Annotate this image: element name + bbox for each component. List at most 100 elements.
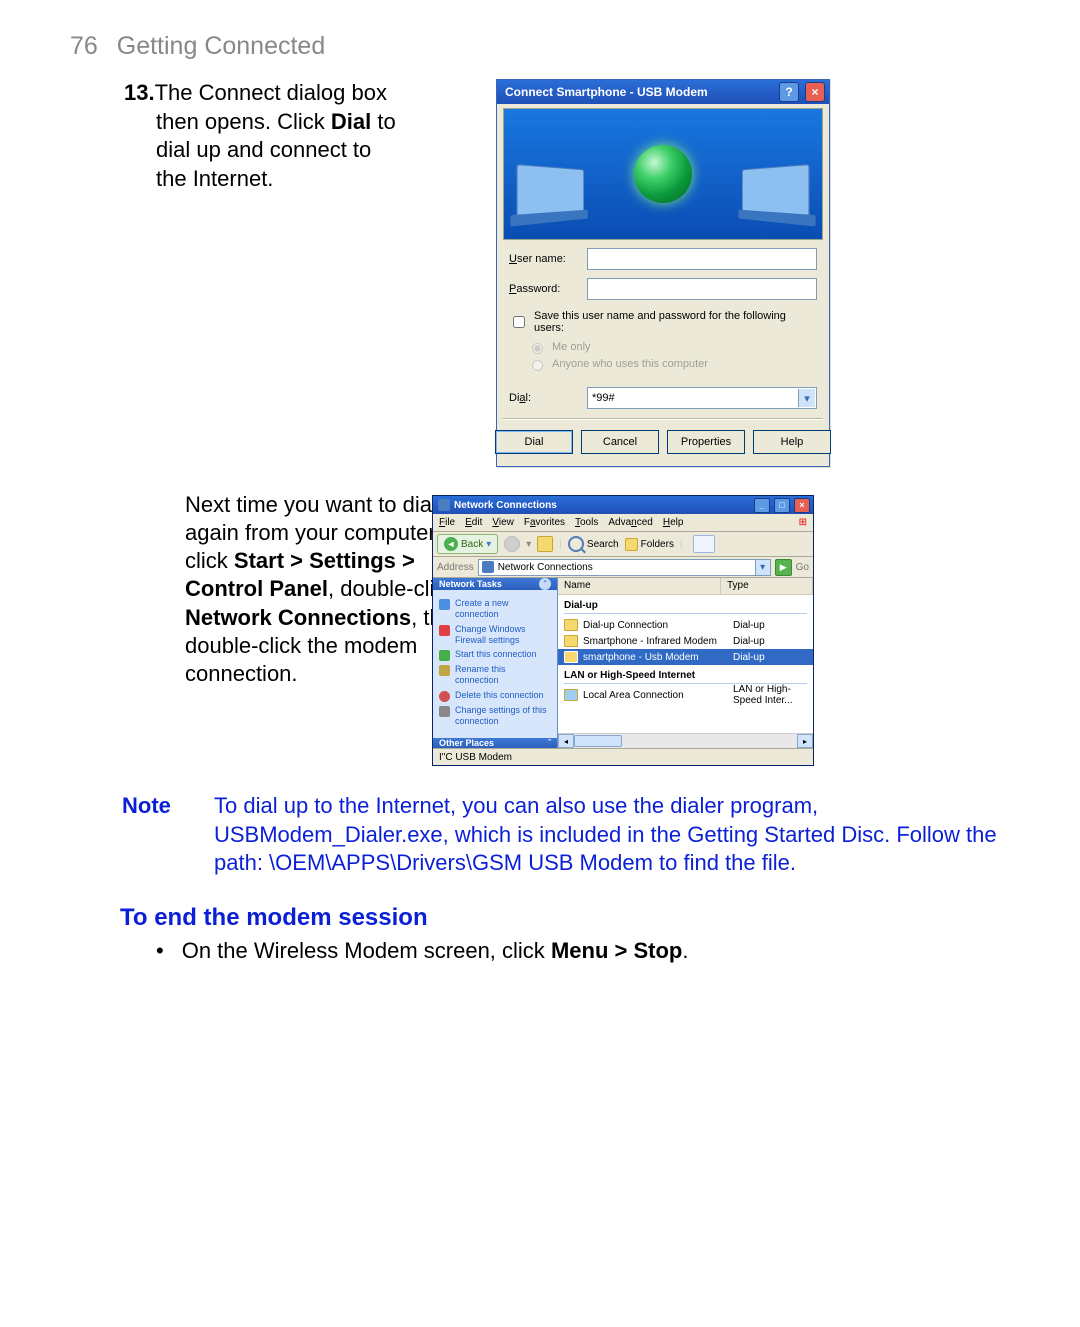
scroll-left-icon[interactable]: ◂: [558, 734, 574, 748]
task-delete[interactable]: Delete this connection: [439, 690, 551, 702]
task-rename[interactable]: Rename this connection: [439, 664, 551, 687]
dial-label: Dial:: [509, 392, 579, 404]
username-input[interactable]: [587, 248, 817, 270]
save-credentials-checkbox[interactable]: Save this user name and password for the…: [509, 310, 817, 334]
status-bar: I"C USB Modem: [433, 749, 813, 765]
shield-icon: [439, 625, 450, 636]
radio-anyone: Anyone who uses this computer: [527, 357, 817, 371]
minimize-icon[interactable]: _: [754, 498, 770, 513]
dialog-titlebar[interactable]: Connect Smartphone - USB Modem ? ×: [497, 80, 829, 104]
bullet-icon: •: [156, 938, 164, 964]
save-checkbox-input[interactable]: [513, 316, 525, 328]
end-session-heading: To end the modem session: [120, 904, 1020, 932]
network-connections-icon: [482, 561, 494, 573]
dialog-hero-image: [503, 108, 823, 240]
network-tasks-header[interactable]: Network Tasks ˆ: [433, 578, 557, 590]
go-label: Go: [796, 562, 809, 573]
play-icon: [439, 650, 450, 661]
maximize-icon[interactable]: □: [774, 498, 790, 513]
task-create-connection[interactable]: Create a new connection: [439, 598, 551, 621]
delete-icon: [439, 691, 450, 702]
dial-combo[interactable]: *99# ▾: [587, 387, 817, 409]
task-start-connection[interactable]: Start this connection: [439, 649, 551, 661]
other-places-header[interactable]: Other Places ˆ: [433, 738, 557, 748]
rename-icon: [439, 665, 450, 676]
group-lan: LAN or High-Speed Internet: [564, 670, 807, 684]
list-item[interactable]: Smartphone - Infrared ModemDial-up: [558, 633, 813, 649]
scroll-right-icon[interactable]: ▸: [797, 734, 813, 748]
address-input[interactable]: Network Connections ▾: [478, 559, 771, 576]
back-button[interactable]: ◄ Back ▾: [437, 534, 498, 554]
menu-bar[interactable]: File Edit View Favorites Tools Advanced …: [433, 514, 813, 532]
column-headers[interactable]: Name Type: [558, 578, 813, 595]
menu-tools[interactable]: Tools: [575, 517, 598, 528]
username-label: User name:: [509, 253, 579, 265]
search-button[interactable]: Search: [568, 536, 619, 552]
connection-icon: [564, 651, 578, 663]
dial-button[interactable]: Dial: [495, 430, 573, 454]
cancel-button[interactable]: Cancel: [581, 430, 659, 454]
page-number: 76: [70, 32, 98, 60]
menu-edit[interactable]: Edit: [465, 517, 482, 528]
back-arrow-icon: ◄: [444, 537, 458, 551]
menu-help[interactable]: Help: [663, 517, 684, 528]
windows-flag-icon: ⊞: [799, 517, 807, 528]
connection-icon: [564, 619, 578, 631]
page-title: Getting Connected: [117, 32, 325, 60]
folder-icon: [625, 538, 638, 551]
up-folder-button[interactable]: [537, 536, 553, 552]
collapse-icon[interactable]: ˆ: [548, 738, 551, 748]
chevron-down-icon[interactable]: ▾: [755, 560, 770, 575]
chevron-down-icon[interactable]: ▾: [526, 539, 531, 550]
page-header: 76 Getting Connected: [70, 32, 1020, 61]
note-text: To dial up to the Internet, you can also…: [214, 792, 1020, 878]
search-icon: [568, 536, 584, 552]
list-item-selected[interactable]: smartphone - Usb ModemDial-up: [558, 649, 813, 665]
lan-icon: [564, 689, 578, 701]
dial-value: *99#: [592, 392, 615, 404]
menu-favorites[interactable]: Favorites: [524, 517, 565, 528]
collapse-icon[interactable]: ˆ: [539, 578, 551, 590]
password-label: Password:: [509, 283, 579, 295]
close-icon[interactable]: ×: [805, 82, 825, 102]
bullet-text: On the Wireless Modem screen, click Menu…: [182, 938, 689, 964]
group-dialup: Dial-up: [564, 600, 807, 614]
note-block: Note To dial up to the Internet, you can…: [122, 792, 1020, 878]
scroll-thumb[interactable]: [574, 735, 622, 747]
views-button[interactable]: [693, 535, 715, 553]
horizontal-scrollbar[interactable]: ◂ ▸: [558, 733, 813, 748]
explorer-window: Network Connections _ □ × File Edit View…: [432, 495, 814, 766]
laptop-right-icon: [742, 164, 810, 218]
help-icon[interactable]: ?: [779, 82, 799, 102]
dialog-title: Connect Smartphone - USB Modem: [505, 85, 773, 99]
properties-button[interactable]: Properties: [667, 430, 745, 454]
task-firewall[interactable]: Change Windows Firewall settings: [439, 624, 551, 647]
menu-file[interactable]: File: [439, 517, 455, 528]
radio-me-only: Me only: [527, 340, 817, 354]
step-13: 13.The Connect dialog box then opens. Cl…: [156, 79, 400, 193]
menu-view[interactable]: View: [492, 517, 514, 528]
connection-icon: [564, 635, 578, 647]
address-bar: Address Network Connections ▾ ▶ Go: [433, 557, 813, 578]
col-name-header[interactable]: Name: [558, 578, 721, 594]
password-input[interactable]: [587, 278, 817, 300]
end-session-bullet: • On the Wireless Modem screen, click Me…: [156, 938, 1020, 964]
help-button[interactable]: Help: [753, 430, 831, 454]
col-type-header[interactable]: Type: [721, 578, 813, 594]
toolbar: ◄ Back ▾ ▾ | Search Folders |: [433, 532, 813, 557]
task-settings[interactable]: Change settings of this connection: [439, 705, 551, 728]
network-connections-icon: [438, 499, 450, 511]
note-label: Note: [122, 792, 182, 878]
menu-advanced[interactable]: Advanced: [608, 517, 652, 528]
go-button[interactable]: ▶: [775, 559, 792, 576]
radio-me-only-label: Me only: [552, 341, 591, 353]
gear-icon: [439, 706, 450, 717]
explorer-titlebar[interactable]: Network Connections _ □ ×: [433, 496, 813, 514]
chevron-down-icon[interactable]: ▾: [486, 539, 491, 550]
explorer-title: Network Connections: [454, 500, 750, 511]
close-icon[interactable]: ×: [794, 498, 810, 513]
list-item[interactable]: Dial-up ConnectionDial-up: [558, 617, 813, 633]
folders-button[interactable]: Folders: [625, 538, 674, 551]
chevron-down-icon[interactable]: ▾: [798, 389, 815, 407]
list-item[interactable]: Local Area ConnectionLAN or High-Speed I…: [558, 687, 813, 703]
